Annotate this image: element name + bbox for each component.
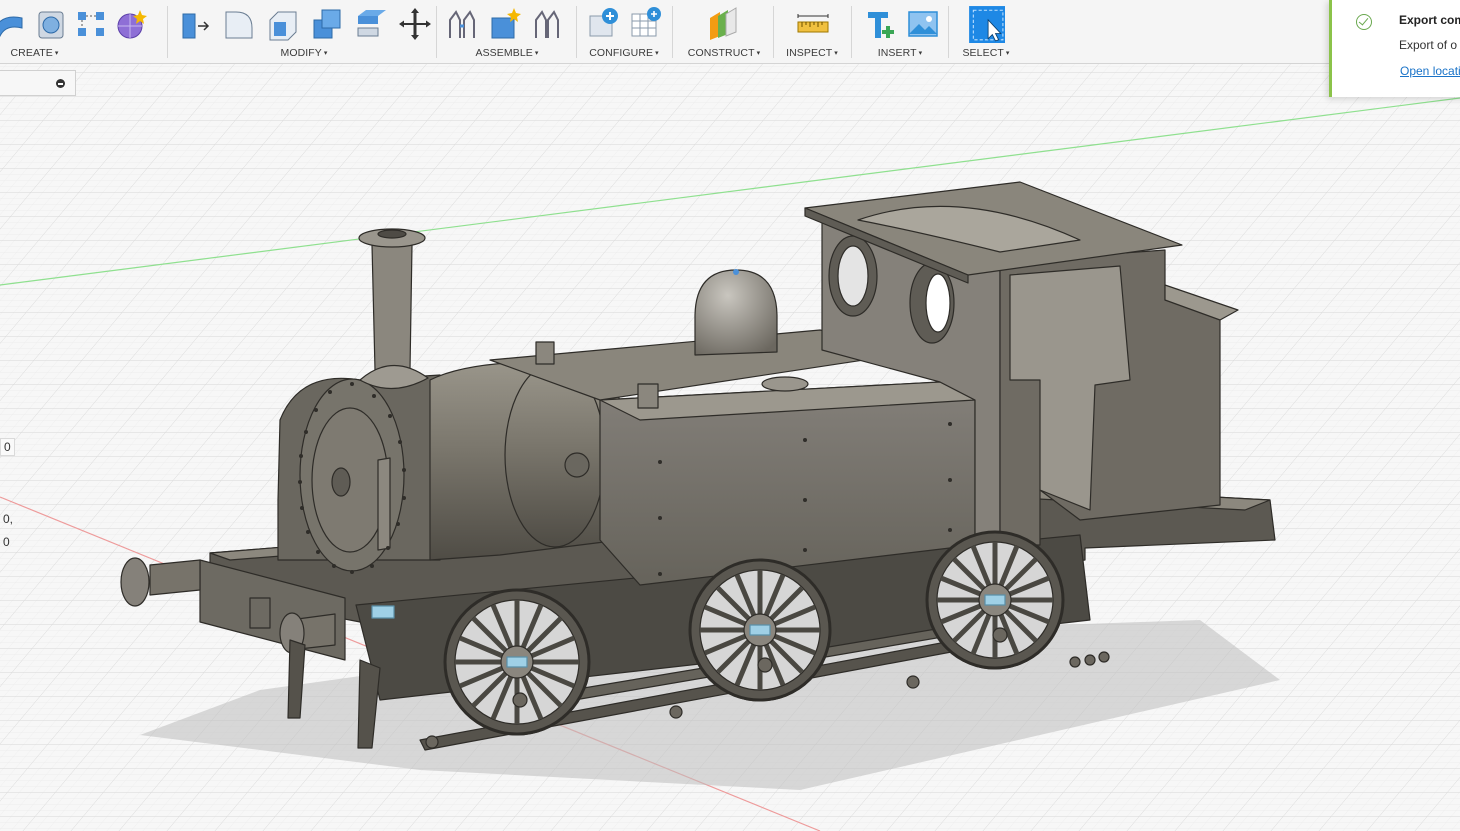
inspect-caret-icon: ▾ [834,50,838,57]
chimney [371,244,413,371]
toolbar-separator [948,6,949,58]
joint-icon[interactable] [446,6,480,42]
modify-caret-icon: ▾ [323,50,328,57]
toolbar-separator [167,6,168,58]
combine-icon[interactable] [310,6,344,42]
sketch-pattern-icon[interactable] [74,6,108,42]
lamp-iron [249,597,271,629]
coordinate-readout: 0, [3,512,14,526]
form-sphere-icon[interactable] [114,6,148,42]
coordinate-readout: 0 [0,438,15,456]
extrude-surface-icon[interactable] [0,6,28,42]
modify-group[interactable]: MODIFY ▾ [176,0,432,64]
construct-group[interactable]: CONSTRUCT ▾ [680,0,768,64]
insert-label: INSERT [877,47,917,59]
as-built-joint-icon[interactable] [530,6,564,42]
offset-plane-icon[interactable] [706,6,740,42]
sandbox-filler [637,383,659,409]
success-check-icon [1356,14,1372,30]
steam-dome [694,269,778,356]
coordinate-readout: 0 [3,535,10,549]
modify-label: MODIFY [280,47,322,59]
assemble-caret-icon: ▾ [534,50,539,57]
fillet-icon[interactable] [222,6,256,42]
export-notification: Export com Export of o Open locati [1329,0,1460,97]
cab-window-left [837,245,869,307]
select-caret-icon: ▾ [1005,50,1010,57]
canvas-viewport[interactable] [0,64,1460,831]
toolbar-separator [773,6,774,58]
boiler-fitting [564,452,590,478]
move-copy-icon[interactable] [398,6,432,42]
driving-wheel-middle [688,558,832,702]
construct-label: CONSTRUCT [687,47,755,59]
toolbar-separator [851,6,852,58]
construct-caret-icon: ▾ [756,50,761,57]
create-group[interactable]: CREATE ▾ [0,0,165,64]
tank-filler-cap [761,376,809,392]
door-hinge [377,457,391,551]
inspect-group[interactable]: INSPECT ▾ [780,0,844,64]
shell-icon[interactable] [266,6,300,42]
offset-face-icon[interactable] [354,6,388,42]
fusion-app-window: CREATE ▾ MODIFY ▾ ASSEMBLE ▾ CONFIGURE ▾… [0,0,1460,831]
assemble-label: ASSEMBLE [475,47,533,59]
driving-wheel-front [443,588,591,736]
create-label: CREATE [10,47,53,59]
toolbar-separator [436,6,437,58]
insert-derive-icon[interactable] [864,6,898,42]
select-label: SELECT [962,47,1004,59]
toolbar-separator [576,6,577,58]
measure-icon[interactable] [796,6,830,42]
cab-window-right [925,273,951,333]
assemble-group[interactable]: ASSEMBLE ▾ [444,0,570,64]
inspect-label: INSPECT [786,47,833,59]
driving-wheel-rear [925,530,1065,670]
configure-caret-icon: ▾ [655,50,659,57]
minimize-icon[interactable] [56,79,65,88]
select-group[interactable]: SELECT ▾ [956,0,1016,64]
toolbar-separator [672,6,673,58]
design-toolbar: CREATE ▾ MODIFY ▾ ASSEMBLE ▾ CONFIGURE ▾… [0,0,1460,64]
create-caret-icon: ▾ [54,50,59,57]
notification-title: Export com [1399,13,1460,27]
chimney-opening [377,229,407,239]
frame-selection-marker[interactable] [371,605,395,619]
revolve-icon[interactable] [34,6,68,42]
press-pull-icon[interactable] [178,6,212,42]
insert-caret-icon: ▾ [918,50,923,57]
dome-selection-point[interactable] [733,269,739,275]
door-handle [331,467,351,497]
new-component-icon[interactable] [488,6,522,42]
whistle-fitting [535,341,555,365]
browser-panel-collapsed[interactable] [0,70,76,96]
canvas-image-icon[interactable] [906,6,940,42]
configure-label: CONFIGURE [589,47,654,59]
configure-design-icon[interactable] [586,6,620,42]
select-icon[interactable] [967,5,1005,43]
configuration-table-icon[interactable] [628,6,662,42]
notification-message: Export of o [1399,38,1458,52]
insert-group[interactable]: INSERT ▾ [858,0,942,64]
configure-group[interactable]: CONFIGURE ▾ [584,0,664,64]
open-location-link[interactable]: Open locati [1400,64,1460,78]
